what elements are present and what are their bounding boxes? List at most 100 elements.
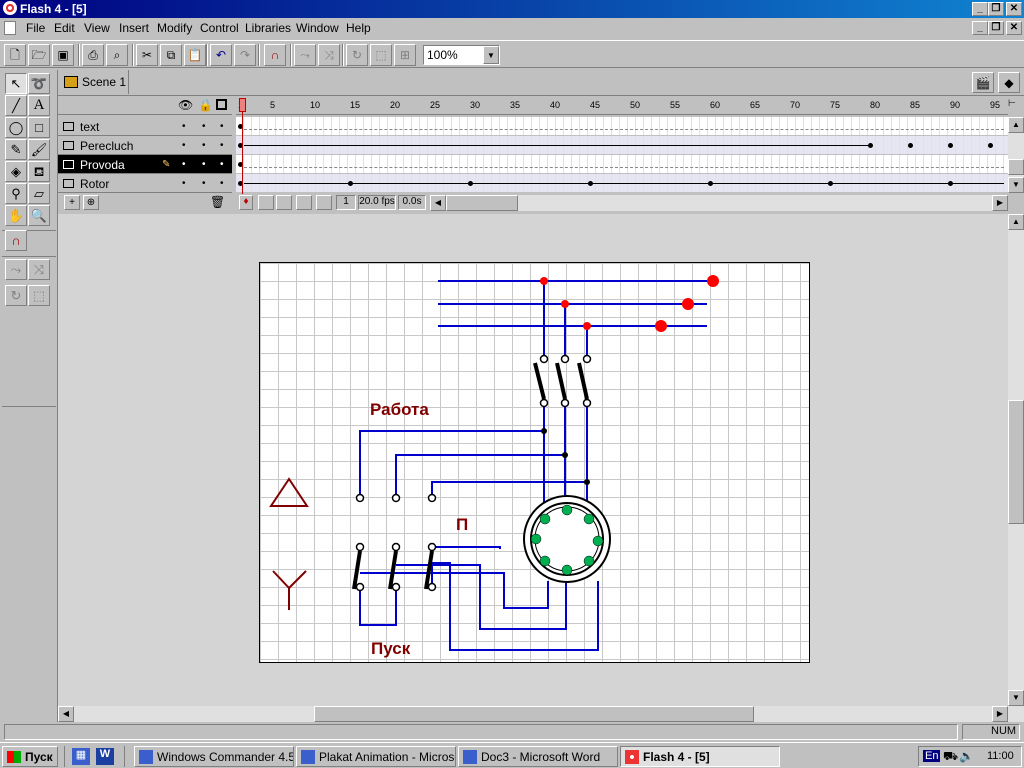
frames-text[interactable] (236, 117, 1008, 136)
scroll-right-icon[interactable]: ▶ (992, 195, 1008, 211)
scroll-left-icon[interactable]: ◀ (430, 195, 446, 211)
minimize-button[interactable]: _ (972, 2, 988, 16)
frame-ruler[interactable]: 15101520253035404550556065707580859095 (236, 96, 1008, 115)
layer-rotor[interactable]: Rotor • • • (58, 174, 232, 193)
scroll-thumb[interactable] (1008, 400, 1024, 524)
rotate-option-icon[interactable]: ↻ (5, 285, 27, 306)
menu-window[interactable]: Window (296, 21, 339, 35)
doc-minimize-button[interactable]: _ (972, 21, 988, 35)
timeline-options-icon[interactable]: ⊢ (1008, 98, 1016, 109)
scroll-thumb[interactable] (1008, 159, 1024, 175)
center-frame-icon[interactable]: ♦ (239, 195, 253, 210)
close-button[interactable]: ✕ (1006, 2, 1022, 16)
doc-restore-button[interactable]: ❐ (988, 21, 1004, 35)
stage-vscroll[interactable]: ▲ ▼ (1008, 214, 1024, 706)
task-windows-commander[interactable]: Windows Commander 4.54... (134, 746, 294, 767)
timeline-vscroll[interactable]: ▲ ▼ (1008, 117, 1024, 193)
fps-readout[interactable]: 20.0 fps (358, 195, 396, 210)
print-icon[interactable]: ⎙ (82, 44, 104, 66)
save-icon[interactable]: ▣ (52, 44, 74, 66)
frames-rotor[interactable] (236, 174, 1008, 193)
scroll-left-icon[interactable]: ◀ (58, 706, 74, 722)
align-icon[interactable]: ⊞ (394, 44, 416, 66)
print-preview-icon[interactable]: ⌕ (106, 44, 128, 66)
scroll-up-icon[interactable]: ▲ (1008, 214, 1024, 230)
scroll-right-icon[interactable]: ▶ (992, 706, 1008, 722)
hand-tool-icon[interactable]: ✋ (5, 205, 27, 226)
layer-text[interactable]: text • • • (58, 117, 232, 136)
scroll-thumb[interactable] (314, 706, 754, 722)
start-button[interactable]: Пуск (2, 746, 58, 767)
task-flash4[interactable]: Flash 4 - [5] (620, 746, 780, 767)
doc-close-button[interactable]: ✕ (1006, 21, 1022, 35)
edit-symbol-icon[interactable]: ◆ (998, 72, 1020, 93)
scroll-up-icon[interactable]: ▲ (1008, 117, 1024, 133)
language-indicator[interactable]: En (923, 750, 941, 762)
edit-multiple-icon[interactable] (296, 195, 312, 210)
restore-button[interactable]: ❐ (988, 2, 1004, 16)
redo-icon[interactable]: ↷ (234, 44, 256, 66)
monitor-icon[interactable]: ⛟ (943, 749, 958, 765)
eye-icon[interactable]: 👁 (178, 98, 193, 112)
flash-app-icon[interactable] (3, 1, 17, 15)
new-file-icon[interactable]: 🗋 (4, 44, 26, 66)
chevron-down-icon[interactable]: ▼ (483, 46, 499, 64)
rectangle-tool-icon[interactable]: □ (28, 117, 50, 138)
undo-icon[interactable]: ↶ (210, 44, 232, 66)
menu-help[interactable]: Help (346, 21, 371, 35)
stage[interactable]: Работа П Пуск (259, 262, 810, 663)
straighten-option-icon[interactable]: ⤨ (28, 259, 50, 280)
line-tool-icon[interactable]: ╱ (5, 95, 27, 116)
menu-edit[interactable]: Edit (54, 21, 75, 35)
scroll-down-icon[interactable]: ▼ (1008, 690, 1024, 706)
text-tool-icon[interactable]: A (28, 95, 50, 116)
quicklaunch-icon[interactable]: ▦ (72, 748, 90, 765)
cut-icon[interactable]: ✂ (136, 44, 158, 66)
menu-control[interactable]: Control (200, 21, 239, 35)
scale-icon[interactable]: ⬚ (370, 44, 392, 66)
edit-scene-icon[interactable]: 🎬 (972, 72, 994, 93)
pencil-tool-icon[interactable]: ✎ (5, 139, 27, 160)
zoom-select[interactable]: 100% ▼ (423, 45, 500, 65)
snap-magnet-icon[interactable]: ∩ (264, 44, 286, 66)
paste-icon[interactable]: 📋 (184, 44, 206, 66)
add-guide-icon[interactable]: ⊕ (83, 195, 99, 210)
stage-hscroll[interactable]: ◀ ▶ (58, 706, 1024, 722)
ink-bottle-tool-icon[interactable]: ◈ (5, 161, 27, 182)
oval-tool-icon[interactable]: ◯ (5, 117, 27, 138)
dropper-tool-icon[interactable]: ⚲ (5, 183, 27, 204)
rotate-icon[interactable]: ↻ (346, 44, 368, 66)
smooth-option-icon[interactable]: ⤳ (5, 259, 27, 280)
lock-icon[interactable]: 🔒 (198, 98, 213, 112)
frames-provoda[interactable] (236, 155, 1008, 174)
frames-perecluch[interactable] (236, 136, 1008, 155)
document-icon[interactable] (4, 21, 16, 35)
paint-bucket-tool-icon[interactable]: ⛾ (28, 161, 50, 182)
speaker-icon[interactable]: 🔈 (959, 749, 974, 763)
scale-option-icon[interactable]: ⬚ (28, 285, 50, 306)
playhead[interactable] (239, 98, 246, 112)
scene-name[interactable]: Scene 1 (82, 75, 126, 89)
open-folder-icon[interactable]: 🗁 (28, 44, 50, 66)
menu-insert[interactable]: Insert (119, 21, 149, 35)
menu-libraries[interactable]: Libraries (245, 21, 291, 35)
layer-perecluch[interactable]: Perecluch • • • (58, 136, 232, 155)
outline-icon[interactable] (216, 99, 227, 110)
onion-outline-icon[interactable] (276, 195, 292, 210)
menu-modify[interactable]: Modify (157, 21, 192, 35)
menu-file[interactable]: File (26, 21, 45, 35)
add-layer-icon[interactable]: + (64, 195, 80, 210)
task-doc3-word[interactable]: Doc3 - Microsoft Word (458, 746, 618, 767)
layer-provoda[interactable]: Provoda ✎ • • • (58, 155, 232, 174)
eraser-tool-icon[interactable]: ▱ (28, 183, 50, 204)
arrow-tool-icon[interactable]: ↖ (5, 73, 27, 94)
snap-option-icon[interactable]: ∩ (5, 230, 27, 251)
copy-icon[interactable]: ⧉ (160, 44, 182, 66)
scroll-thumb[interactable] (446, 195, 518, 211)
lasso-tool-icon[interactable]: ➰ (28, 73, 50, 94)
straighten-icon[interactable]: ⤨ (318, 44, 340, 66)
trash-icon[interactable]: 🗑 (210, 195, 225, 209)
onion-markers-icon[interactable] (316, 195, 332, 210)
scroll-down-icon[interactable]: ▼ (1008, 177, 1024, 193)
word-quicklaunch-icon[interactable]: W (96, 748, 114, 765)
